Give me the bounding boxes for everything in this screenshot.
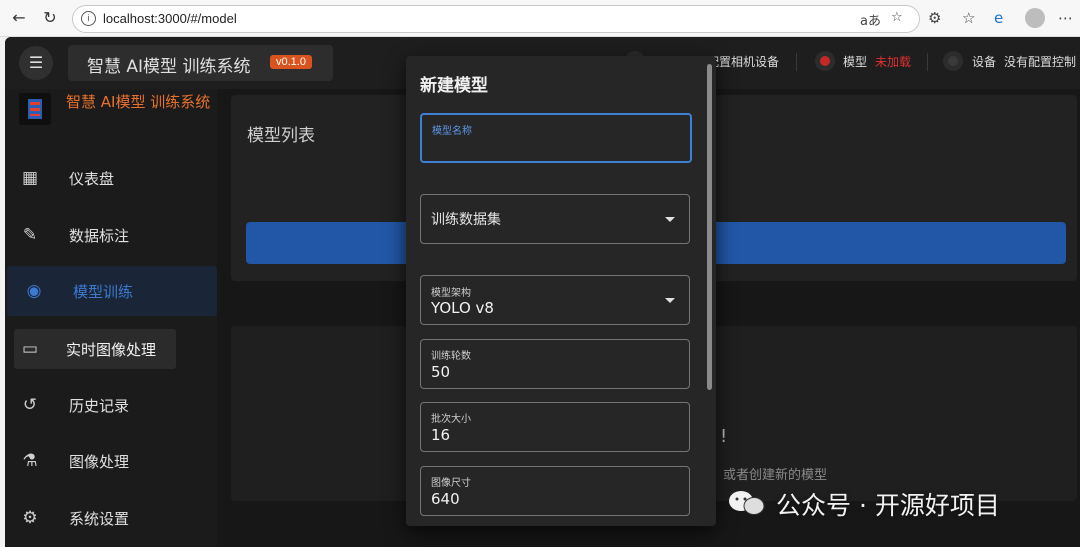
camera-status-label: 配置相机设备 [707, 55, 780, 69]
flask-icon: ⚗ [22, 451, 38, 471]
epochs-value: 50 [431, 363, 451, 381]
epochs-field[interactable]: 训练轮数 50 [420, 339, 690, 389]
app-title-chip: 智慧 AI模型 训练系统 v0.1.0 [68, 45, 333, 81]
sidebar-item-annotation[interactable]: ✎ 数据标注 [5, 210, 217, 260]
device-status-value: 没有配置控制 [1004, 55, 1077, 69]
gear-icon: ⚙ [22, 508, 38, 528]
model-status-value: 未加载 [875, 55, 912, 69]
new-model-dialog: 新建模型 模型名称 训练数据集 模型架构 YOLO v8 训练轮数 50 批次大… [406, 56, 716, 526]
reload-icon[interactable]: ↻ [40, 8, 60, 28]
profile-avatar[interactable] [1025, 8, 1045, 28]
info-icon[interactable]: i [81, 11, 96, 26]
sidebar-item-training[interactable]: ◉ 模型训练 [7, 266, 217, 316]
url-text: localhost:3000/#/model [103, 11, 237, 26]
sidebar-item-realtime[interactable]: ▭ 实时图像处理 [5, 329, 217, 381]
address-bar[interactable]: i localhost:3000/#/model aあ ☆ [72, 5, 920, 33]
watermark-text: 公众号 · 开源好项目 [776, 491, 1000, 520]
version-badge: v0.1.0 [270, 55, 312, 69]
brand-logo-icon [28, 99, 42, 119]
sidebar-item-label: 模型训练 [73, 283, 134, 301]
sidebar: 智慧 AI模型 训练系统 ▦ 仪表盘 ✎ 数据标注 ◉ 模型训练 ▭ 实时图像处… [5, 89, 217, 547]
sidebar-item-image-processing[interactable]: ⚗ 图像处理 [5, 436, 217, 486]
dataset-placeholder: 训练数据集 [431, 212, 501, 228]
chevron-down-icon [665, 217, 675, 222]
image-size-label: 图像尺寸 [431, 478, 471, 489]
sidebar-item-label: 系统设置 [69, 510, 130, 528]
architecture-label: 模型架构 [431, 288, 471, 299]
model-name-field[interactable]: 模型名称 [420, 113, 692, 163]
dialog-scrollbar[interactable] [707, 64, 712, 390]
status-divider [927, 53, 928, 71]
image-size-field[interactable]: 图像尺寸 640 [420, 466, 690, 516]
device-status-icon [943, 51, 963, 71]
wechat-icon [729, 491, 765, 515]
image-size-value: 640 [431, 490, 460, 508]
app-title: 智慧 AI模型 训练系统 [87, 57, 251, 77]
model-status-icon [815, 51, 835, 71]
chevron-down-icon [665, 298, 675, 303]
training-icon: ◉ [26, 281, 42, 301]
extensions-icon[interactable]: ⚙ [928, 8, 941, 28]
sidebar-item-label: 图像处理 [69, 453, 130, 471]
brand-logo [19, 93, 51, 125]
architecture-value: YOLO v8 [431, 299, 494, 317]
dataset-select[interactable]: 训练数据集 [420, 194, 690, 244]
batch-size-field[interactable]: 批次大小 16 [420, 402, 690, 452]
sidebar-item-label: 数据标注 [69, 227, 130, 245]
card-title: 模型列表 [247, 126, 315, 146]
more-menu-icon[interactable]: ⋯ [1058, 8, 1073, 28]
sidebar-brand: 智慧 AI模型 训练系统 [66, 93, 211, 111]
model-name-label: 模型名称 [432, 126, 472, 137]
empty-state-text: 或者创建新的模型 [723, 468, 828, 483]
read-aloud-icon[interactable]: aあ [860, 10, 881, 29]
sidebar-item-dashboard[interactable]: ▦ 仪表盘 [5, 153, 217, 203]
architecture-select[interactable]: 模型架构 YOLO v8 [420, 275, 690, 325]
dialog-title: 新建模型 [420, 76, 488, 96]
model-status-label: 模型 [843, 55, 868, 69]
favorites-icon[interactable]: ☆ [962, 8, 975, 28]
batch-size-value: 16 [431, 426, 451, 444]
sidebar-item-label: 仪表盘 [69, 170, 115, 188]
sidebar-item-settings[interactable]: ⚙ 系统设置 [5, 493, 217, 543]
browser-toolbar: ← ↻ i localhost:3000/#/model aあ ☆ ⚙ ☆ e … [0, 0, 1080, 37]
device-status-label: 设备 [972, 55, 997, 69]
favorite-star-icon[interactable]: ☆ [891, 10, 903, 25]
pencil-icon: ✎ [22, 225, 38, 245]
menu-icon[interactable]: ☰ [19, 46, 53, 80]
monitor-icon: ▭ [21, 339, 39, 359]
sidebar-item-history[interactable]: ↺ 历史记录 [5, 380, 217, 430]
edge-icon[interactable]: e [994, 8, 1003, 28]
back-arrow-icon[interactable]: ← [9, 8, 29, 28]
dashboard-icon: ▦ [21, 168, 39, 188]
history-icon: ↺ [22, 395, 38, 415]
batch-size-label: 批次大小 [431, 414, 471, 425]
sidebar-item-label: 实时图像处理 [66, 341, 157, 359]
sidebar-item-label: 历史记录 [69, 397, 130, 415]
status-divider [796, 53, 797, 71]
empty-state-mark: ! [720, 426, 728, 447]
epochs-label: 训练轮数 [431, 351, 471, 362]
